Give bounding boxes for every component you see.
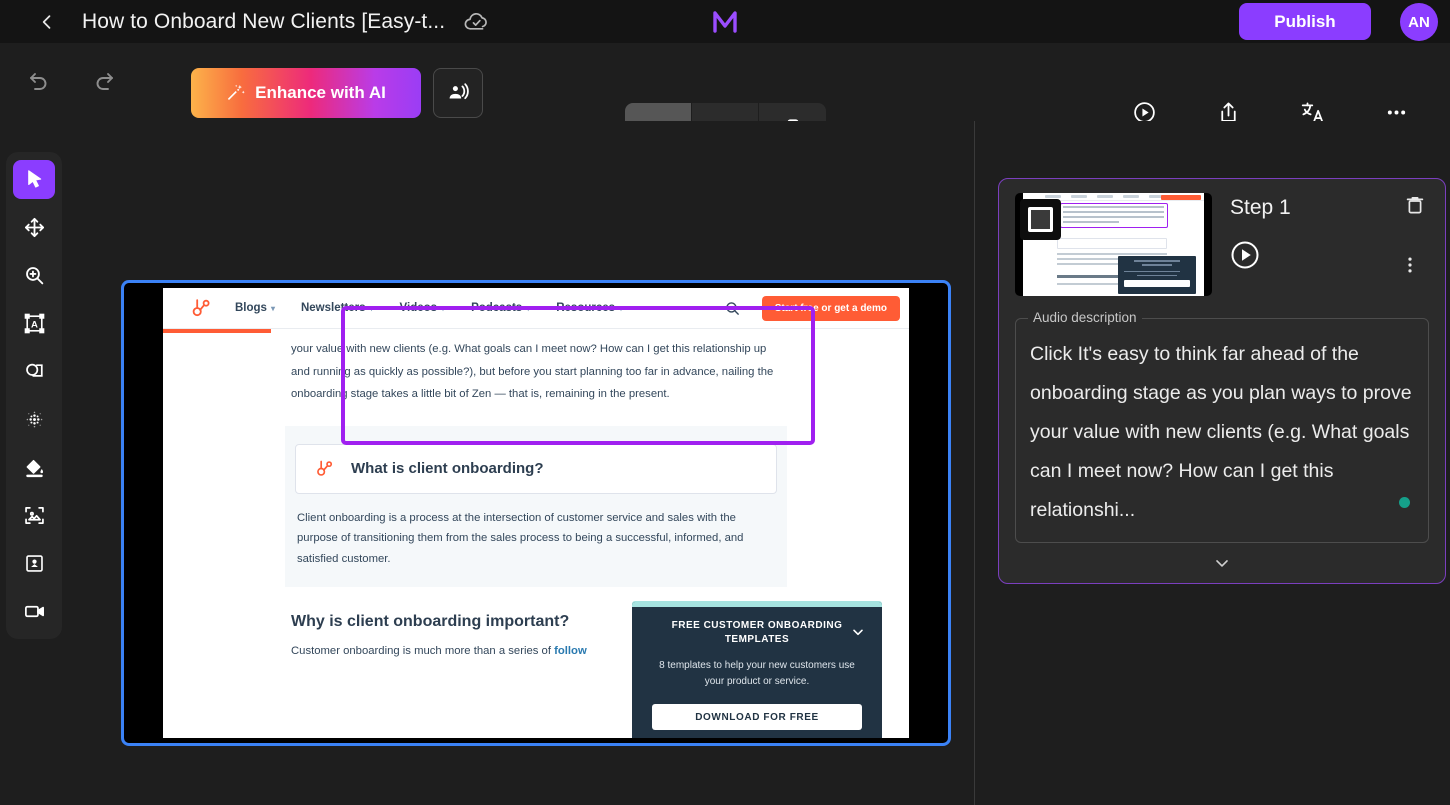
menu-label: Videos xyxy=(399,302,438,314)
enhance-with-ai-button[interactable]: Enhance with AI xyxy=(191,68,421,118)
click-target-icon xyxy=(1020,199,1061,240)
hubspot-sprocket-icon xyxy=(314,458,335,479)
captured-webpage: Blogs ▾ Newsletters ▾ Videos ▾ Podcasts ▾ Re… xyxy=(163,288,909,738)
chevron-down-icon: ▾ xyxy=(526,303,531,313)
site-menu: Blogs ▾ Newsletters ▾ Videos ▾ Podcasts ▾ Re… xyxy=(235,302,623,314)
step-play-icon[interactable] xyxy=(1230,240,1260,270)
slide-frame[interactable]: Blogs ▾ Newsletters ▾ Videos ▾ Podcasts ▾ Re… xyxy=(121,280,951,746)
undo-icon[interactable] xyxy=(20,63,58,101)
hubspot-logo-icon xyxy=(189,296,215,320)
chevron-down-icon[interactable] xyxy=(850,624,866,640)
site-menu-item[interactable]: Videos ▾ xyxy=(400,302,446,314)
cta-heading: FREE CUSTOMER ONBOARDING TEMPLATES xyxy=(671,620,843,645)
title-bar: How to Onboard New Clients [Easy-t... Pu… xyxy=(0,0,1450,43)
avatar[interactable]: AN xyxy=(1400,3,1438,41)
delete-step-icon[interactable] xyxy=(1403,193,1427,217)
thumbnail-cta xyxy=(1161,194,1201,200)
expand-step-chevron-icon[interactable] xyxy=(1207,551,1237,575)
thumbnail-menu-dots xyxy=(1045,195,1165,198)
shaded-section: What is client onboarding? Client onboar… xyxy=(285,425,787,587)
inline-link[interactable]: follow xyxy=(554,645,587,657)
step-card[interactable]: Step 1 Audio description Click It's easy… xyxy=(998,178,1446,584)
enhance-label: Enhance with AI xyxy=(255,83,386,102)
site-cta-button[interactable]: Start free or get a demo xyxy=(761,296,900,321)
back-button[interactable] xyxy=(30,5,64,39)
step-thumbnail[interactable] xyxy=(1015,193,1212,296)
tool-fill[interactable] xyxy=(13,448,55,487)
highlighted-paragraph: your value with new clients (e.g. What g… xyxy=(291,343,774,400)
tool-blur[interactable] xyxy=(13,400,55,439)
document-title: How to Onboard New Clients [Easy-t... xyxy=(82,9,446,33)
tool-text[interactable]: A xyxy=(13,304,55,343)
cta-download-button[interactable]: DOWNLOAD FOR FREE xyxy=(652,704,862,730)
section-paragraph-text: Customer onboarding is much more than a … xyxy=(291,645,555,657)
voice-narration-icon[interactable] xyxy=(433,68,483,118)
site-menu-item[interactable]: Blogs ▾ xyxy=(235,302,275,314)
tool-select[interactable] xyxy=(13,160,55,199)
scribe-logo-icon xyxy=(707,3,743,39)
menu-label: Podcasts xyxy=(471,302,523,314)
step-meta: Step 1 xyxy=(1230,193,1429,296)
tool-shape[interactable] xyxy=(13,352,55,391)
question-title: What is client onboarding? xyxy=(351,460,544,477)
site-menu-item[interactable]: Newsletters ▾ xyxy=(301,302,374,314)
menu-label: Blogs xyxy=(235,302,267,314)
audio-description-text[interactable]: Click It's easy to think far ahead of th… xyxy=(1030,335,1414,530)
cta-subheading: 8 templates to help your new customers u… xyxy=(659,660,855,687)
thumbnail-heading xyxy=(1057,275,1119,278)
tool-zoom[interactable] xyxy=(13,256,55,295)
menu-label: Newsletters xyxy=(300,302,366,314)
chevron-down-icon: ▾ xyxy=(441,303,446,313)
thumbnail-question-box xyxy=(1057,238,1167,249)
step-title: Step 1 xyxy=(1230,196,1291,219)
tool-image[interactable] xyxy=(13,496,55,535)
steps-side-panel: Step 1 Audio description Click It's easy… xyxy=(976,121,1450,805)
step-menu-icon[interactable] xyxy=(1399,254,1421,276)
tool-rail: A xyxy=(6,152,62,639)
site-navbar: Blogs ▾ Newsletters ▾ Videos ▾ Podcasts ▾ Re… xyxy=(163,288,909,329)
tool-move[interactable] xyxy=(13,208,55,247)
cloud-check-icon xyxy=(463,8,490,35)
site-menu-item[interactable]: Podcasts ▾ xyxy=(471,302,530,314)
audio-description-field[interactable]: Audio description Click It's easy to thi… xyxy=(1015,310,1429,543)
editor-toolbar: Enhance with AI xyxy=(0,43,1450,153)
site-menu-item[interactable]: Resources ▾ xyxy=(556,302,623,314)
tool-sticker[interactable] xyxy=(13,544,55,583)
audio-marker-dot xyxy=(1399,497,1410,508)
definition-paragraph: Client onboarding is a process at the in… xyxy=(297,511,744,565)
search-icon[interactable] xyxy=(724,300,741,317)
chevron-down-icon: ▾ xyxy=(619,303,624,313)
magic-wand-icon xyxy=(226,83,246,103)
scribe-editor-app: How to Onboard New Clients [Easy-t... Pu… xyxy=(0,0,1450,805)
chevron-down-icon: ▾ xyxy=(270,303,275,313)
slide-inner: Blogs ▾ Newsletters ▾ Videos ▾ Podcasts ▾ Re… xyxy=(129,288,943,738)
canvas-area[interactable]: A Blogs ▾ Newsletters ▾ Videos ▾ Podcast… xyxy=(0,121,975,805)
cta-popup-card[interactable]: FREE CUSTOMER ONBOARDING TEMPLATES 8 tem… xyxy=(632,602,882,738)
step-header: Step 1 xyxy=(1015,193,1429,296)
redo-icon[interactable] xyxy=(85,63,123,101)
svg-text:A: A xyxy=(31,319,38,330)
audio-description-label: Audio description xyxy=(1028,310,1142,325)
menu-label: Resources xyxy=(556,302,616,314)
thumbnail-paragraph xyxy=(1063,206,1164,226)
publish-button[interactable]: Publish xyxy=(1239,3,1371,40)
thumbnail-cta-card xyxy=(1118,256,1196,294)
chevron-down-icon: ▾ xyxy=(369,303,374,313)
tool-video[interactable] xyxy=(13,592,55,631)
reading-progress-bar xyxy=(163,329,271,333)
question-callout: What is client onboarding? xyxy=(295,443,777,494)
